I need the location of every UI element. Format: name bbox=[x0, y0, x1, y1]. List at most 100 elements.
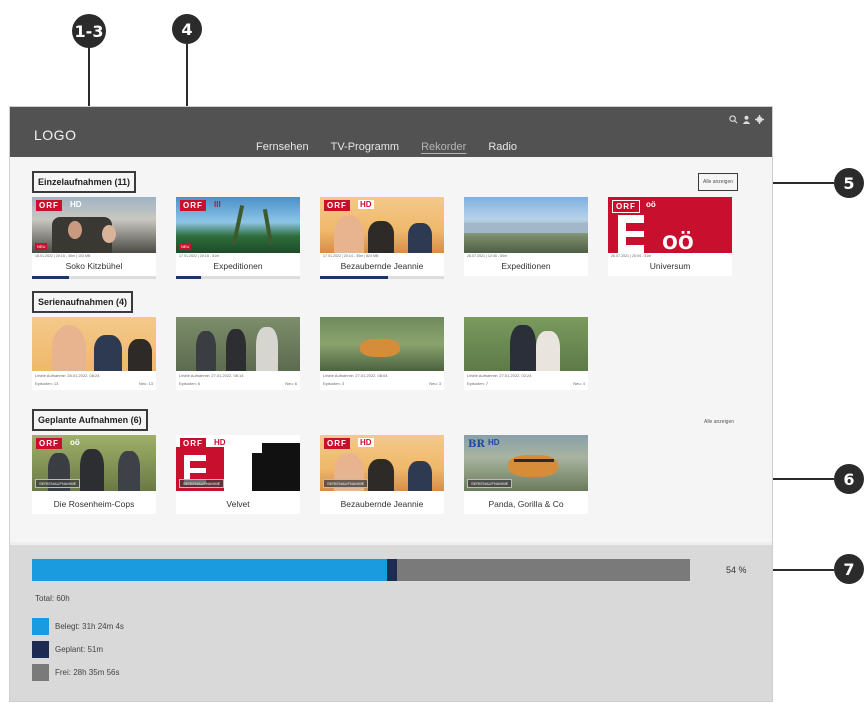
callout-6: 6 bbox=[834, 464, 864, 494]
recording-card[interactable]: ORF HD NEU 18.01.2022 | 20:15 - 40m | 10… bbox=[32, 197, 156, 279]
gear-icon[interactable] bbox=[755, 115, 764, 124]
series-card[interactable]: Letzte Aufnahme: 28.01.2022, 08:24 Episo… bbox=[32, 317, 156, 390]
annotated-screenshot: 1-3 4 5 6 7 LOGO Fernsehen TV-Programm R… bbox=[0, 0, 864, 706]
callout-4: 4 bbox=[172, 14, 202, 44]
series-recording-badge: SERIENAUFNAHME bbox=[323, 479, 369, 488]
orf-logo-icon: ORF bbox=[324, 438, 350, 449]
thumbnail: ORF HD bbox=[320, 197, 444, 253]
thumbnail bbox=[464, 197, 588, 253]
thumbnail: BR HD SERIENAUFNAHME bbox=[464, 435, 588, 491]
nav-radio[interactable]: Radio bbox=[488, 141, 517, 153]
recording-title: Expeditionen bbox=[501, 261, 551, 271]
orf-logo-icon: ORF bbox=[324, 200, 350, 211]
planned-card[interactable]: ORF HD SERIENAUFNAHME Bezaubernde Jeanni… bbox=[320, 435, 444, 514]
legend-planned-label: Geplant: 51m bbox=[55, 645, 104, 654]
recording-card[interactable]: ORF III NEU 17.01.2022 | 20:15 - 51m Exp… bbox=[176, 197, 300, 279]
recording-card[interactable]: ORF HD 17.01.2022 | 20:14 - 30m | 824 MB… bbox=[320, 197, 444, 279]
header-icons bbox=[729, 115, 764, 124]
planned-card[interactable]: ORF oö SERIENAUFNAHME Die Rosenheim-Cops bbox=[32, 435, 156, 514]
series-last-recording: Letzte Aufnahme: 27.01.2022, 08:04 bbox=[323, 373, 388, 378]
recordings-content: Einzelaufnahmen (11) Alle anzeigen ORF H… bbox=[10, 157, 772, 542]
watch-progress bbox=[320, 276, 444, 279]
orf-logo-icon: ORF bbox=[36, 200, 62, 211]
recording-title: Expeditionen bbox=[213, 261, 263, 271]
hd-icon: HD bbox=[358, 438, 374, 447]
orf-logo-icon: ORF bbox=[612, 200, 640, 213]
recording-card[interactable]: oö ORF oö 26.07.2021 | 20:04 - 51m Unive… bbox=[608, 197, 732, 276]
legend-free-swatch bbox=[32, 664, 49, 681]
recording-title: Bezaubernde Jeannie bbox=[340, 261, 424, 271]
recording-title: Velvet bbox=[226, 499, 250, 509]
thumbnail: ORF oö SERIENAUFNAHME bbox=[32, 435, 156, 491]
series-last-recording: Letzte Aufnahme: 27.01.2022, 02:24 bbox=[467, 373, 532, 378]
recording-title: Bezaubernde Jeannie bbox=[340, 499, 424, 509]
show-all-series-link[interactable]: Alle anzeigen bbox=[704, 419, 734, 425]
regional-oe-icon: oö bbox=[70, 438, 80, 447]
recording-title: Die Rosenheim-Cops bbox=[53, 499, 135, 509]
storage-total: Total: 60h bbox=[35, 594, 70, 603]
legend-planned: Geplant: 51m bbox=[32, 641, 103, 658]
hd-icon: HD bbox=[70, 200, 82, 209]
app-logo[interactable]: LOGO bbox=[34, 127, 76, 143]
recording-meta: 26.07.2021 | 20:04 - 51m bbox=[611, 254, 652, 258]
recording-card[interactable]: 28.07.2021 | 12:45 - 50m Expeditionen bbox=[464, 197, 588, 276]
series-recording-badge: SERIENAUFNAHME bbox=[467, 479, 513, 488]
show-all-single-link[interactable]: Alle anzeigen bbox=[698, 173, 739, 191]
section-title-series: Serienaufnahmen (4) bbox=[32, 291, 134, 313]
legend-free-label: Frei: 28h 35m 56s bbox=[55, 668, 120, 677]
new-badge: NEU bbox=[35, 243, 48, 250]
section-title-planned: Geplante Aufnahmen (6) bbox=[32, 409, 148, 431]
regional-oe-icon: oö bbox=[646, 200, 656, 209]
series-new: Neu: 4 bbox=[573, 381, 585, 386]
planned-card[interactable]: BR HD SERIENAUFNAHME Panda, Gorilla & Co bbox=[464, 435, 588, 514]
series-last-recording: Letzte Aufnahme: 27.01.2022, 08:14 bbox=[179, 373, 244, 378]
main-nav: Fernsehen TV-Programm Rekorder Radio bbox=[256, 141, 517, 153]
series-episodes: Episoden: 13 bbox=[35, 381, 59, 386]
thumbnail: oö ORF oö bbox=[608, 197, 732, 253]
nav-tv-programm[interactable]: TV-Programm bbox=[331, 141, 399, 153]
watch-progress bbox=[32, 276, 156, 279]
thumbnail: ORF HD SERIENAUFNAHME bbox=[176, 435, 300, 491]
thumbnail: ORF HD SERIENAUFNAHME bbox=[320, 435, 444, 491]
hd-icon: HD bbox=[214, 438, 226, 447]
nav-rekorder[interactable]: Rekorder bbox=[421, 141, 466, 153]
series-recording-badge: SERIENAUFNAHME bbox=[179, 479, 225, 488]
series-episodes: Episoden: 6 bbox=[179, 381, 201, 386]
series-episodes: Episoden: 3 bbox=[323, 381, 345, 386]
search-icon[interactable] bbox=[729, 115, 738, 124]
series-card[interactable]: Letzte Aufnahme: 27.01.2022, 08:14 Episo… bbox=[176, 317, 300, 390]
thumbnail bbox=[176, 317, 300, 371]
recording-meta: 17.01.2022 | 20:14 - 30m | 824 MB bbox=[323, 254, 379, 258]
legend-free: Frei: 28h 35m 56s bbox=[32, 664, 119, 681]
br-logo-icon: BR bbox=[468, 439, 485, 450]
series-card[interactable]: Letzte Aufnahme: 27.01.2022, 02:24 Episo… bbox=[464, 317, 588, 390]
hd-icon: HD bbox=[358, 200, 374, 209]
thumbnail: ORF HD NEU bbox=[32, 197, 156, 253]
recording-title: Universum bbox=[649, 261, 691, 271]
new-badge: NEU bbox=[179, 243, 192, 250]
series-counts: Episoden: 13 Neu: 13 bbox=[32, 380, 156, 390]
series-new: Neu: 6 bbox=[285, 381, 297, 386]
hd-icon: HD bbox=[488, 438, 500, 447]
orf-logo-icon: ORF bbox=[180, 438, 206, 449]
nav-fernsehen[interactable]: Fernsehen bbox=[256, 141, 309, 153]
recording-meta: 28.07.2021 | 12:45 - 50m bbox=[467, 254, 508, 258]
series-counts: Episoden: 7 Neu: 4 bbox=[464, 380, 588, 390]
storage-panel: 54 % Total: 60h Belegt: 31h 24m 4s Gepla… bbox=[10, 545, 772, 701]
series-card[interactable]: Letzte Aufnahme: 27.01.2022, 08:04 Episo… bbox=[320, 317, 444, 390]
user-icon[interactable] bbox=[742, 115, 751, 124]
recording-title: Panda, Gorilla & Co bbox=[488, 499, 564, 509]
series-new: Neu: 13 bbox=[138, 381, 153, 386]
storage-percent: 54 % bbox=[726, 565, 747, 575]
series-recording-badge: SERIENAUFNAHME bbox=[35, 479, 81, 488]
channel-iii-icon: III bbox=[214, 200, 221, 209]
legend-used-label: Belegt: 31h 24m 4s bbox=[55, 622, 124, 631]
thumbnail bbox=[464, 317, 588, 371]
recording-title: Soko Kitzbühel bbox=[65, 261, 123, 271]
thumbnail bbox=[32, 317, 156, 371]
planned-card[interactable]: ORF HD SERIENAUFNAHME Velvet bbox=[176, 435, 300, 514]
watch-progress bbox=[176, 276, 300, 279]
thumbnail: ORF III NEU bbox=[176, 197, 300, 253]
series-new: Neu: 3 bbox=[429, 381, 441, 386]
legend-used: Belegt: 31h 24m 4s bbox=[32, 618, 124, 635]
